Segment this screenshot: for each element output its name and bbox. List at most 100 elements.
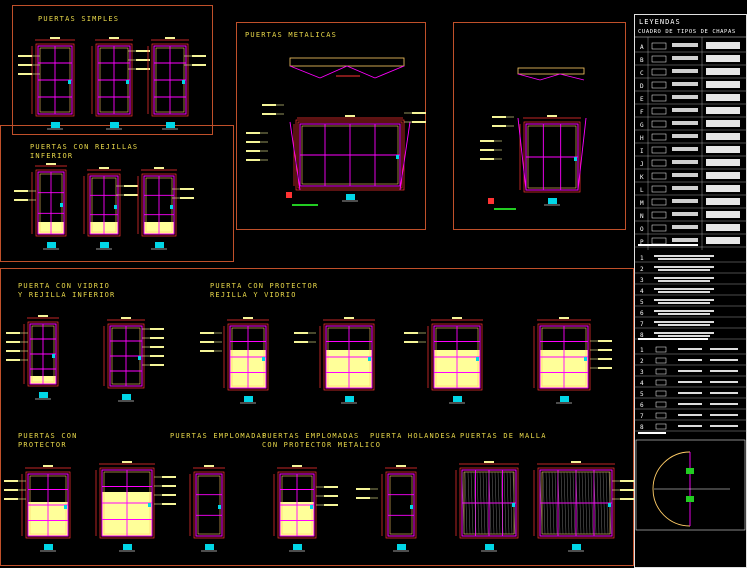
legend-desc-row2b bbox=[658, 291, 710, 293]
legend-letter: O bbox=[640, 226, 644, 233]
legend-letter: H bbox=[640, 135, 644, 142]
legend-section-title bbox=[638, 244, 698, 246]
note-prot-4-label bbox=[598, 349, 612, 351]
legend-desc-row3 bbox=[678, 381, 702, 383]
note-conprot-2-label bbox=[162, 485, 176, 487]
legend-letter: L bbox=[640, 187, 644, 194]
door-prot-1-dim-text bbox=[243, 317, 253, 319]
note-emplomada-2-label bbox=[324, 504, 338, 506]
note-rejilla-3-label bbox=[180, 188, 194, 190]
note-simple-1-label bbox=[18, 55, 32, 57]
note-conprot-2-label bbox=[162, 476, 176, 478]
note-malla-2-label bbox=[620, 480, 634, 482]
door-metal-2-handle bbox=[574, 157, 577, 161]
legend-desc bbox=[672, 160, 698, 164]
legend-desc bbox=[672, 186, 698, 190]
door-metal-1-handle bbox=[396, 155, 399, 159]
legend-letter: N bbox=[640, 213, 644, 220]
door-prot-2-base-marker bbox=[345, 396, 354, 402]
legend-desc-2 bbox=[706, 133, 740, 140]
legend-desc-2 bbox=[706, 198, 740, 205]
note-vidrio-1-label bbox=[6, 332, 20, 334]
legend-desc-2 bbox=[706, 55, 740, 62]
legend-desc-row3b bbox=[710, 348, 738, 350]
legend-icon bbox=[651, 224, 667, 232]
legend-desc-row2 bbox=[654, 277, 714, 279]
note-vidrio-2-label bbox=[150, 346, 164, 348]
door-holandesa-handle bbox=[410, 505, 413, 509]
legend-desc-2 bbox=[706, 42, 740, 49]
note-holandesa-label bbox=[356, 497, 370, 499]
legend-number: 7 bbox=[640, 321, 644, 328]
note-vidrio-2-label bbox=[150, 337, 164, 339]
legend-desc-row3b bbox=[710, 359, 738, 361]
door-emplomada-2-dim-text bbox=[292, 465, 302, 467]
legend-desc-2 bbox=[706, 159, 740, 166]
legend-desc bbox=[672, 56, 698, 60]
legend-desc bbox=[672, 225, 698, 229]
metal-2-diag bbox=[517, 117, 527, 191]
legend-icon bbox=[651, 198, 667, 206]
cad-drawing: ABCDEFGHIJKLMNOP1234567812345678 bbox=[4, 36, 747, 552]
note-metal-2-label bbox=[246, 141, 260, 143]
note-metal-5-label bbox=[480, 149, 494, 151]
door-conprot-2-handle bbox=[148, 503, 151, 507]
legend-icon bbox=[651, 107, 667, 115]
note-prot-2-label bbox=[294, 341, 308, 343]
note-prot-2-label bbox=[294, 332, 308, 334]
note-rejilla-1-label bbox=[14, 199, 28, 201]
note-rejilla-1-label bbox=[14, 190, 28, 192]
door-prot-1-handle bbox=[262, 357, 265, 361]
metal-2-green-marker bbox=[494, 208, 516, 210]
metal-plan-2-swing bbox=[517, 73, 541, 81]
door-rejilla-1-handle bbox=[60, 203, 63, 207]
note-malla-2-label bbox=[620, 498, 634, 500]
note-metal-3-label bbox=[412, 112, 426, 114]
door-prot-3-dim-text bbox=[452, 317, 462, 319]
door-vidrio-1-handle bbox=[52, 354, 55, 358]
legend-desc-row3 bbox=[678, 359, 702, 361]
legend-desc bbox=[672, 238, 698, 242]
note-conprot-1-label bbox=[4, 498, 18, 500]
legend-desc bbox=[672, 121, 698, 125]
legend-desc-2 bbox=[706, 237, 740, 244]
legend-icon-3 bbox=[655, 379, 667, 386]
note-prot-4-label bbox=[598, 367, 612, 369]
door-prot-4-base-marker bbox=[560, 396, 569, 402]
door-conprot-2-dim-text bbox=[122, 461, 132, 463]
legend-desc-2 bbox=[706, 107, 740, 114]
legend-desc-2 bbox=[706, 172, 740, 179]
metal-2-diag bbox=[577, 117, 587, 191]
note-simple-1-label bbox=[18, 73, 32, 75]
legend-icon-3 bbox=[655, 346, 667, 353]
door-emplomada-2-handle bbox=[310, 505, 313, 509]
legend-icon bbox=[651, 55, 667, 63]
legend-desc bbox=[672, 212, 698, 216]
legend-desc bbox=[672, 147, 698, 151]
legend-desc-2 bbox=[706, 120, 740, 127]
legend-desc-row3 bbox=[678, 392, 702, 394]
legend-icon-3 bbox=[655, 390, 667, 397]
legend-letter: F bbox=[640, 109, 644, 116]
legend-letter: I bbox=[640, 148, 644, 155]
note-simple-1-label bbox=[18, 64, 32, 66]
door-malla-1-dim-text bbox=[484, 461, 494, 463]
note-metal-5-label bbox=[480, 140, 494, 142]
door-rejilla-1-base-marker bbox=[47, 242, 56, 248]
door-simple-1-base-marker bbox=[51, 122, 60, 128]
legend-desc bbox=[672, 173, 698, 177]
door-emplomada-1-dim-text bbox=[204, 465, 214, 467]
door-simple-2-handle bbox=[126, 80, 129, 84]
door-prot-4-handle bbox=[584, 357, 587, 361]
note-vidrio-2-label bbox=[150, 355, 164, 357]
legend-desc bbox=[672, 82, 698, 86]
legend-number-3: 2 bbox=[640, 358, 644, 365]
legend-letter: E bbox=[640, 96, 644, 103]
legend-desc-2 bbox=[706, 81, 740, 88]
legend-desc-row2 bbox=[654, 321, 714, 323]
legend-number: 8 bbox=[640, 332, 644, 339]
legend-desc-row2 bbox=[654, 299, 714, 301]
legend-desc-row3 bbox=[678, 370, 702, 372]
legend-icon bbox=[651, 94, 667, 102]
legend-desc-row2 bbox=[654, 310, 714, 312]
